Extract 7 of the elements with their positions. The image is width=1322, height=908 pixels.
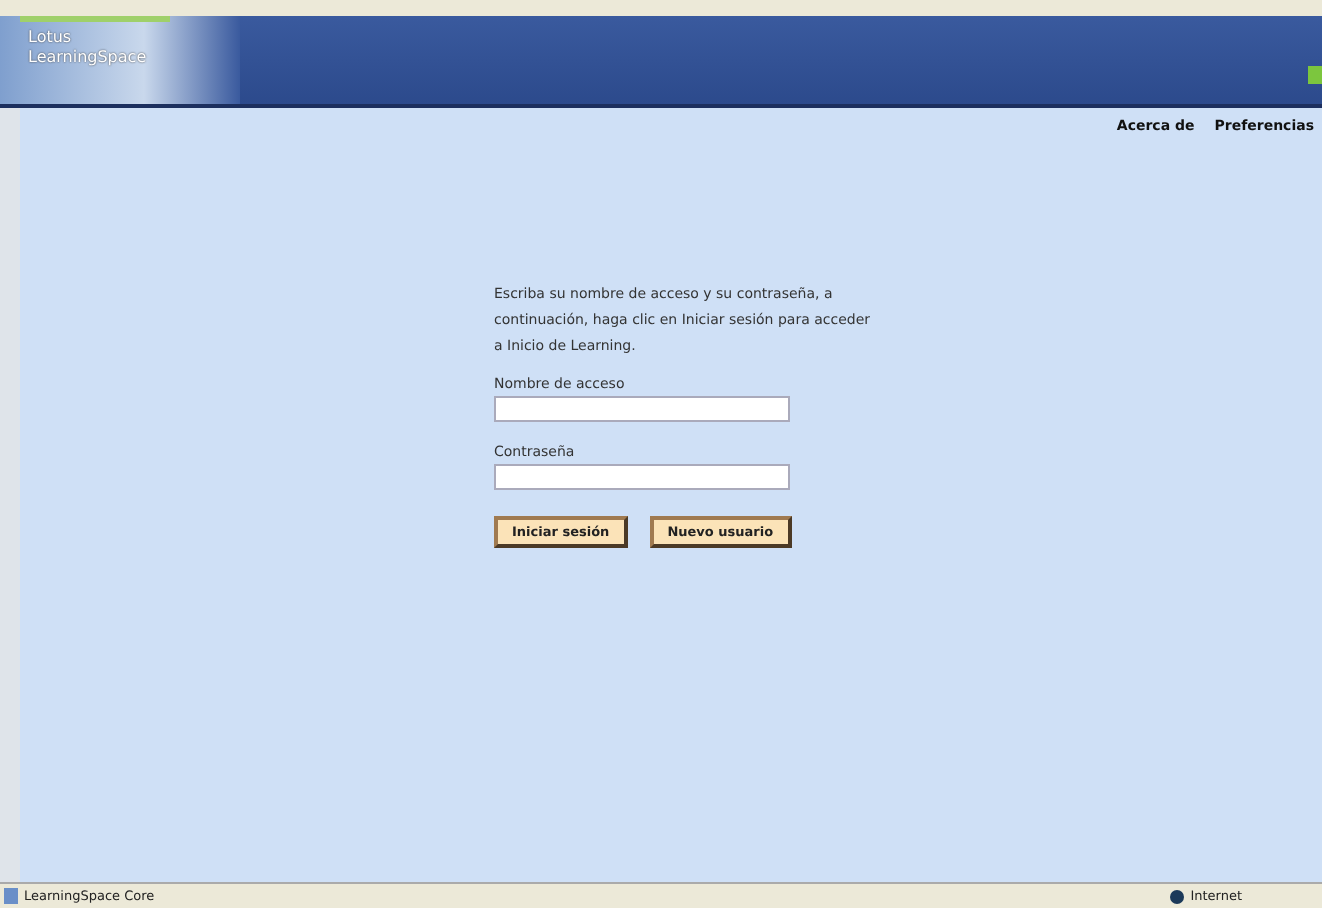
page-icon (4, 888, 18, 904)
input-field[interactable] (494, 464, 790, 490)
logo-text: LearningSpace (28, 48, 147, 68)
globe-icon (1170, 889, 1185, 903)
logo-text: Lotus (28, 28, 72, 48)
input-field[interactable] (494, 396, 790, 422)
square-icon (1308, 66, 1322, 84)
